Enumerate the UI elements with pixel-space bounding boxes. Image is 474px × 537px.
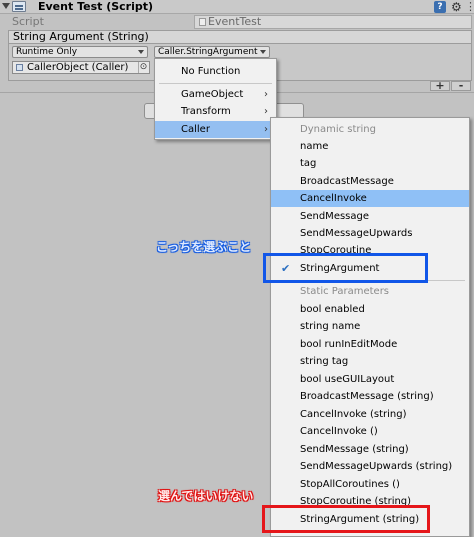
script-label: Script — [12, 15, 44, 28]
cs-script-icon — [199, 18, 206, 26]
context-menu-icon[interactable]: ⋮ — [465, 0, 474, 14]
chevron-down-icon — [138, 50, 144, 54]
menu-item-broadcastmessage-string[interactable]: BroadcastMessage (string) — [271, 388, 469, 405]
menu-item-name[interactable]: name — [271, 138, 469, 155]
menu-item-gameobject[interactable]: GameObject › — [155, 86, 276, 103]
menu-item-sendmessageupwards[interactable]: SendMessageUpwards — [271, 225, 469, 242]
menu-item-string-name[interactable]: string name — [271, 318, 469, 335]
runtime-dropdown-label: Runtime Only — [16, 47, 78, 57]
menu-item-cancelinvoke-void[interactable]: CancelInvoke () — [271, 423, 469, 440]
menu-separator — [159, 83, 272, 84]
function-dropdown[interactable]: Caller.StringArgument — [154, 46, 270, 58]
menu-item-no-function[interactable]: No Function — [155, 63, 276, 80]
object-icon — [16, 64, 23, 71]
chevron-down-icon — [260, 50, 266, 54]
script-field[interactable]: EventTest — [194, 15, 472, 29]
highlight-box-correct — [263, 253, 428, 283]
highlight-box-wrong — [262, 505, 430, 533]
menu-item-broadcastmessage[interactable]: BroadcastMessage — [271, 173, 469, 190]
runtime-dropdown[interactable]: Runtime Only — [12, 46, 148, 58]
menu-item-bool-enabled[interactable]: bool enabled — [271, 301, 469, 318]
menu-item-cancelinvoke[interactable]: CancelInvoke — [271, 190, 469, 207]
menu-item-transform[interactable]: Transform › — [155, 103, 276, 120]
object-field[interactable]: CallerObject (Caller) ⊙ — [12, 61, 150, 74]
menu-item-tag[interactable]: tag — [271, 155, 469, 172]
menu-item-stopallcoroutines[interactable]: StopAllCoroutines () — [271, 476, 469, 493]
help-icon[interactable]: ? — [434, 1, 446, 13]
event-header: String Argument (String) — [8, 30, 472, 44]
submenu-arrow-icon: › — [264, 106, 268, 117]
object-picker-icon[interactable]: ⊙ — [138, 62, 148, 73]
caller-submenu: Dynamic string name tag BroadcastMessage… — [270, 117, 470, 537]
menu-item-caller[interactable]: Caller › — [155, 121, 276, 138]
menu-item-sendmessageupwards-string[interactable]: SendMessageUpwards (string) — [271, 458, 469, 475]
annotation-choose-this: こっちを選ぶこと — [156, 240, 252, 254]
menu-item-sendmessage[interactable]: SendMessage — [271, 208, 469, 225]
gear-icon[interactable]: ⚙ — [451, 0, 462, 14]
menu-item-bool-runineditmode[interactable]: bool runInEditMode — [271, 336, 469, 353]
function-dropdown-label: Caller.StringArgument — [158, 47, 258, 57]
foldout-arrow-icon[interactable] — [2, 3, 10, 9]
menu-item-sendmessage-string[interactable]: SendMessage (string) — [271, 441, 469, 458]
function-menu: No Function GameObject › Transform › Calle… — [154, 58, 277, 140]
static-section-header: Static Parameters — [300, 286, 390, 297]
submenu-arrow-icon: › — [264, 89, 268, 100]
script-value: EventTest — [208, 15, 262, 28]
dynamic-section-header: Dynamic string — [300, 124, 376, 135]
object-field-value: CallerObject (Caller) — [27, 62, 129, 73]
add-listener-button[interactable]: + — [430, 80, 450, 91]
menu-item-string-tag[interactable]: string tag — [271, 353, 469, 370]
remove-listener-button[interactable]: - — [451, 80, 471, 91]
script-component-icon — [12, 1, 26, 12]
submenu-arrow-icon: › — [264, 124, 268, 135]
menu-item-cancelinvoke-string[interactable]: CancelInvoke (string) — [271, 406, 469, 423]
component-title: Event Test (Script) — [38, 0, 154, 13]
component-header[interactable]: Event Test (Script) ? ⚙ ⋮ — [0, 0, 474, 14]
annotation-dont-choose: 選んではいけない — [158, 489, 254, 503]
menu-item-bool-useguilayout[interactable]: bool useGUILayout — [271, 371, 469, 388]
